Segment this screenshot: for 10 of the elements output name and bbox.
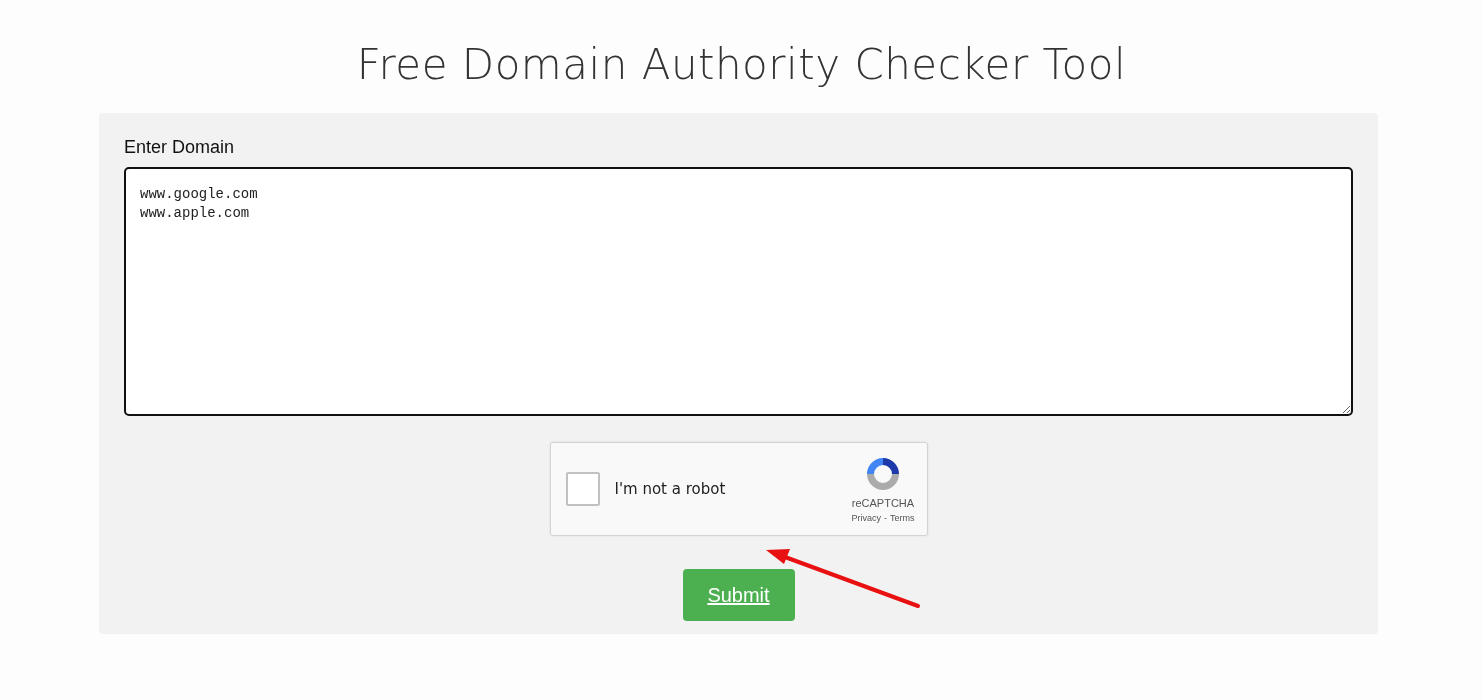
captcha-checkbox[interactable]	[565, 472, 600, 506]
recaptcha-logo-icon	[864, 455, 902, 493]
captcha-label: I'm not a robot	[614, 480, 726, 498]
field-label: Enter Domain	[124, 137, 236, 158]
privacy-link[interactable]: Privacy	[851, 513, 881, 523]
domain-input[interactable]: www.google.com www.apple.com	[124, 167, 1353, 416]
page-title: Free Domain Authority Checker Tool	[355, 39, 1128, 91]
captcha-brand: reCAPTCHA	[851, 497, 915, 509]
link-separator: -	[884, 513, 887, 523]
terms-link[interactable]: Terms	[890, 513, 915, 523]
